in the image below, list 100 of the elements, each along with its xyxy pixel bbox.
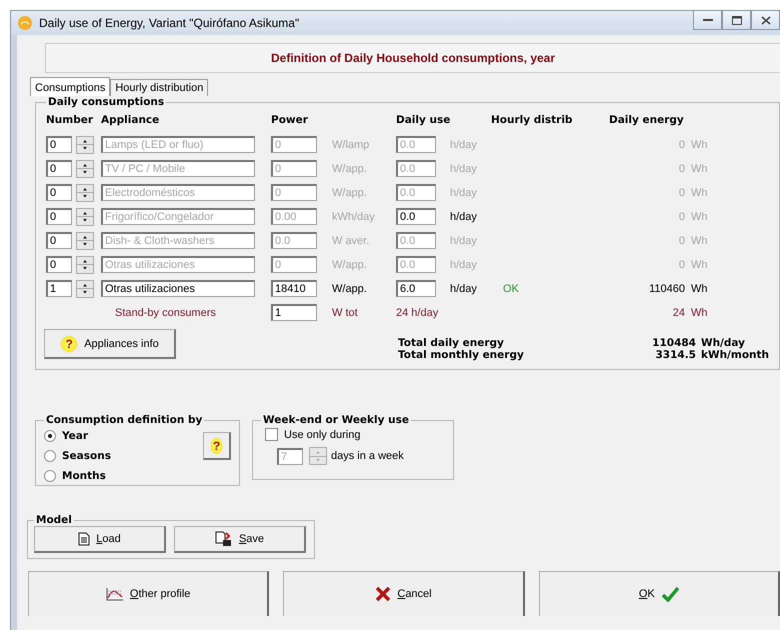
use-unit: h/day <box>449 138 478 150</box>
question-icon: ? <box>210 436 223 454</box>
maximize-icon <box>732 16 742 24</box>
checkbox[interactable] <box>265 428 278 441</box>
tab[interactable]: Consumptions <box>30 77 110 96</box>
daily-energy-value: 0 <box>678 210 685 222</box>
column-header: Daily use <box>396 114 452 128</box>
down-arrow-icon <box>77 168 93 176</box>
radio-option[interactable]: Year <box>44 426 111 446</box>
daily-use-field[interactable]: 6.0 <box>396 280 436 297</box>
group-title: Consumption definition by <box>45 414 204 426</box>
appliance-field[interactable]: Otras utilizaciones <box>101 280 255 297</box>
use-unit: h/day <box>449 258 478 270</box>
energy-unit: Wh <box>690 138 708 150</box>
use-unit: h/day <box>449 210 478 222</box>
daily-energy-value: 0 <box>678 186 685 198</box>
group-title: Week-end or Weekly use <box>262 414 410 426</box>
radio-button[interactable] <box>44 470 56 482</box>
column-header: Power <box>271 114 309 128</box>
hourly-status: OK <box>502 282 520 294</box>
ok-button[interactable]: OK <box>538 571 780 616</box>
days-label: days in a week <box>331 450 404 462</box>
save-button[interactable]: Save <box>174 526 306 553</box>
spin-button[interactable] <box>76 184 94 202</box>
profile-button[interactable]: Other profile <box>28 571 270 616</box>
spin-button[interactable] <box>76 136 94 154</box>
energy-unit: Wh <box>690 162 708 174</box>
down-arrow-icon <box>77 216 93 224</box>
down-arrow-icon <box>77 144 93 152</box>
spin-button[interactable] <box>76 160 94 178</box>
down-arrow-icon <box>77 240 93 248</box>
standby-energy-value: 24 <box>672 306 685 318</box>
total-value: 110484 <box>651 337 696 349</box>
use-unit: h/day <box>449 234 478 246</box>
column-header: Appliance <box>101 114 160 128</box>
dialog-heading: Definition of Daily Household consumptions, year <box>45 43 780 73</box>
radio-button[interactable] <box>44 450 56 462</box>
down-arrow-icon <box>310 456 326 464</box>
power-unit: W/lamp <box>331 138 370 150</box>
power-field[interactable]: 18410 <box>271 280 317 297</box>
total-value: 3314.5 <box>654 349 696 361</box>
use-unit: h/day <box>449 162 478 174</box>
power-unit: W aver. <box>331 234 370 246</box>
cross-icon <box>375 586 392 602</box>
daily-energy-value: 0 <box>678 162 685 174</box>
total-unit: Wh/day <box>700 337 746 349</box>
energy-unit: Wh <box>690 234 708 246</box>
document-disk-icon <box>214 531 233 547</box>
total-label: Total monthly energy <box>398 349 525 361</box>
down-arrow-icon <box>77 288 93 296</box>
radio-option[interactable]: Seasons <box>44 446 111 466</box>
checkmark-icon <box>660 586 679 602</box>
checkbox-option[interactable]: Use only during <box>265 428 445 441</box>
document-icon <box>78 532 90 546</box>
energy-unit: Wh <box>690 210 708 222</box>
minimize-button[interactable] <box>693 10 722 30</box>
down-arrow-icon <box>77 192 93 200</box>
power-unit: W tot <box>331 306 359 318</box>
use-unit: h/day <box>449 186 478 198</box>
cancel-button[interactable]: Cancel <box>283 571 525 616</box>
power-unit: W/app. <box>331 186 368 198</box>
power-unit: W/app. <box>331 258 368 270</box>
spin-button[interactable] <box>76 280 94 298</box>
use-unit: h/day <box>449 282 478 294</box>
group-title: Daily consumptions <box>47 96 166 108</box>
minimize-icon <box>702 18 712 22</box>
spin-button[interactable] <box>76 208 94 226</box>
spin-button[interactable] <box>76 256 94 274</box>
daily-energy-value: 0 <box>678 234 685 246</box>
load-button[interactable]: Load <box>34 526 166 553</box>
standby-label: Stand-by consumers <box>114 306 217 318</box>
daily-energy-value: 110460 <box>648 282 685 294</box>
daily-energy-value: 0 <box>678 258 685 270</box>
energy-unit: Wh <box>690 186 708 198</box>
daily-energy-value: 0 <box>678 138 685 150</box>
standby-power-field[interactable]: 1 <box>271 304 317 321</box>
energy-unit: Wh <box>690 258 708 270</box>
radio-option[interactable]: Months <box>44 466 111 486</box>
power-unit: W/app. <box>331 282 368 294</box>
close-button[interactable] <box>751 10 780 30</box>
column-header: Number <box>46 114 94 128</box>
total-unit: kWh/month <box>700 349 770 361</box>
energy-unit: Wh <box>690 306 708 318</box>
power-unit: W/app. <box>331 162 368 174</box>
maximize-button[interactable] <box>722 10 751 30</box>
chart-icon <box>106 587 124 601</box>
spin-button[interactable] <box>76 232 94 250</box>
down-arrow-icon <box>77 264 93 272</box>
total-label: Total daily energy <box>398 337 505 349</box>
radio-button[interactable] <box>44 430 56 442</box>
standby-use: 24 h/day <box>396 306 440 318</box>
tab[interactable]: Hourly distribution <box>110 79 208 96</box>
question-icon: ? <box>60 334 78 352</box>
column-header: Daily energy <box>608 114 685 128</box>
energy-unit: Wh <box>690 282 708 294</box>
appliances-info-button[interactable]: ? Appliances info <box>44 329 176 359</box>
help-button[interactable]: ? <box>203 432 231 460</box>
close-icon <box>760 16 770 24</box>
number-field[interactable]: 1 <box>46 280 72 297</box>
window-title: Daily use of Energy, Variant "Quirófano Asikuma" <box>39 16 300 30</box>
